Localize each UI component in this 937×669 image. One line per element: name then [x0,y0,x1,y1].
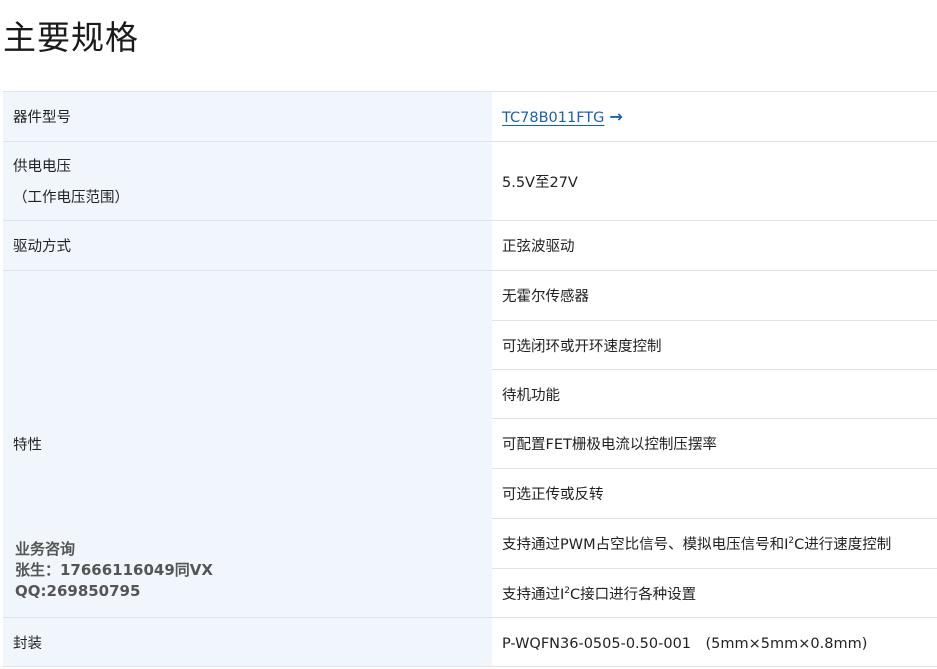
spec-value-package: P-WQFN36-0505-0.50-001 (5mm×5mm×0.8mm) [492,617,937,667]
feature-item: 支持通过I2C接口进行各种设置 [492,568,937,618]
spec-label-supply-voltage: 供电电压 （工作电压范围） [3,141,492,221]
spec-value-supply-voltage: 5.5V至27V [492,141,937,221]
spec-label-package: 封装 [3,617,492,667]
watermark-line: 业务咨询 [15,540,76,558]
arrow-right-icon[interactable]: → [609,107,622,126]
feature-text: C进行速度控制 [794,537,892,553]
spec-value-model: TC78B011FTG → [492,91,937,142]
table-row-feature: 特性 无霍尔传感器 [3,270,937,618]
feature-item: 可选闭环或开环速度控制 [492,320,937,370]
model-link[interactable]: TC78B011FTG [502,110,604,126]
spec-value-drive-method: 正弦波驱动 [492,220,937,271]
supply-voltage-sublabel: （工作电压范围） [13,190,129,206]
table-row-supply-voltage: 供电电压 （工作电压范围） 5.5V至27V [3,141,937,221]
watermark-line: 张生：17666116049同VX [15,561,213,579]
table-row-drive-method: 驱动方式 正弦波驱动 [3,220,937,271]
feature-item: 可配置FET栅极电流以控制压摆率 [492,418,937,469]
feature-item: 无霍尔传感器 [492,270,937,321]
table-row-package: 封装 P-WQFN36-0505-0.50-001 (5mm×5mm×0.8mm… [3,617,937,667]
feature-text: 支持通过I [502,586,565,603]
features-label: 特性 [13,437,42,454]
spec-label-model: 器件型号 [3,91,492,142]
spec-label-drive-method: 驱动方式 [3,220,492,271]
page-title: 主要规格 [3,18,139,57]
watermark-line: QQ:269850795 [15,582,141,600]
feature-text: C接口进行各种设置 [570,586,697,603]
feature-item: 可选正传或反转 [492,468,937,519]
feature-text: 支持通过PWM占空比信号、模拟电压信号和I [502,537,789,553]
feature-item: 支持通过PWM占空比信号、模拟电压信号和I2C进行速度控制 [492,518,937,569]
supply-voltage-label: 供电电压 [13,159,71,175]
feature-item: 待机功能 [492,369,937,419]
spec-page: 主要规格 器件型号 TC78B011FTG → 供电电压 （工作电压范围） 5.5… [0,0,937,669]
contact-watermark: 业务咨询 张生：17666116049同VX QQ:269850795 [15,539,213,602]
table-row-model: 器件型号 TC78B011FTG → [3,91,937,142]
